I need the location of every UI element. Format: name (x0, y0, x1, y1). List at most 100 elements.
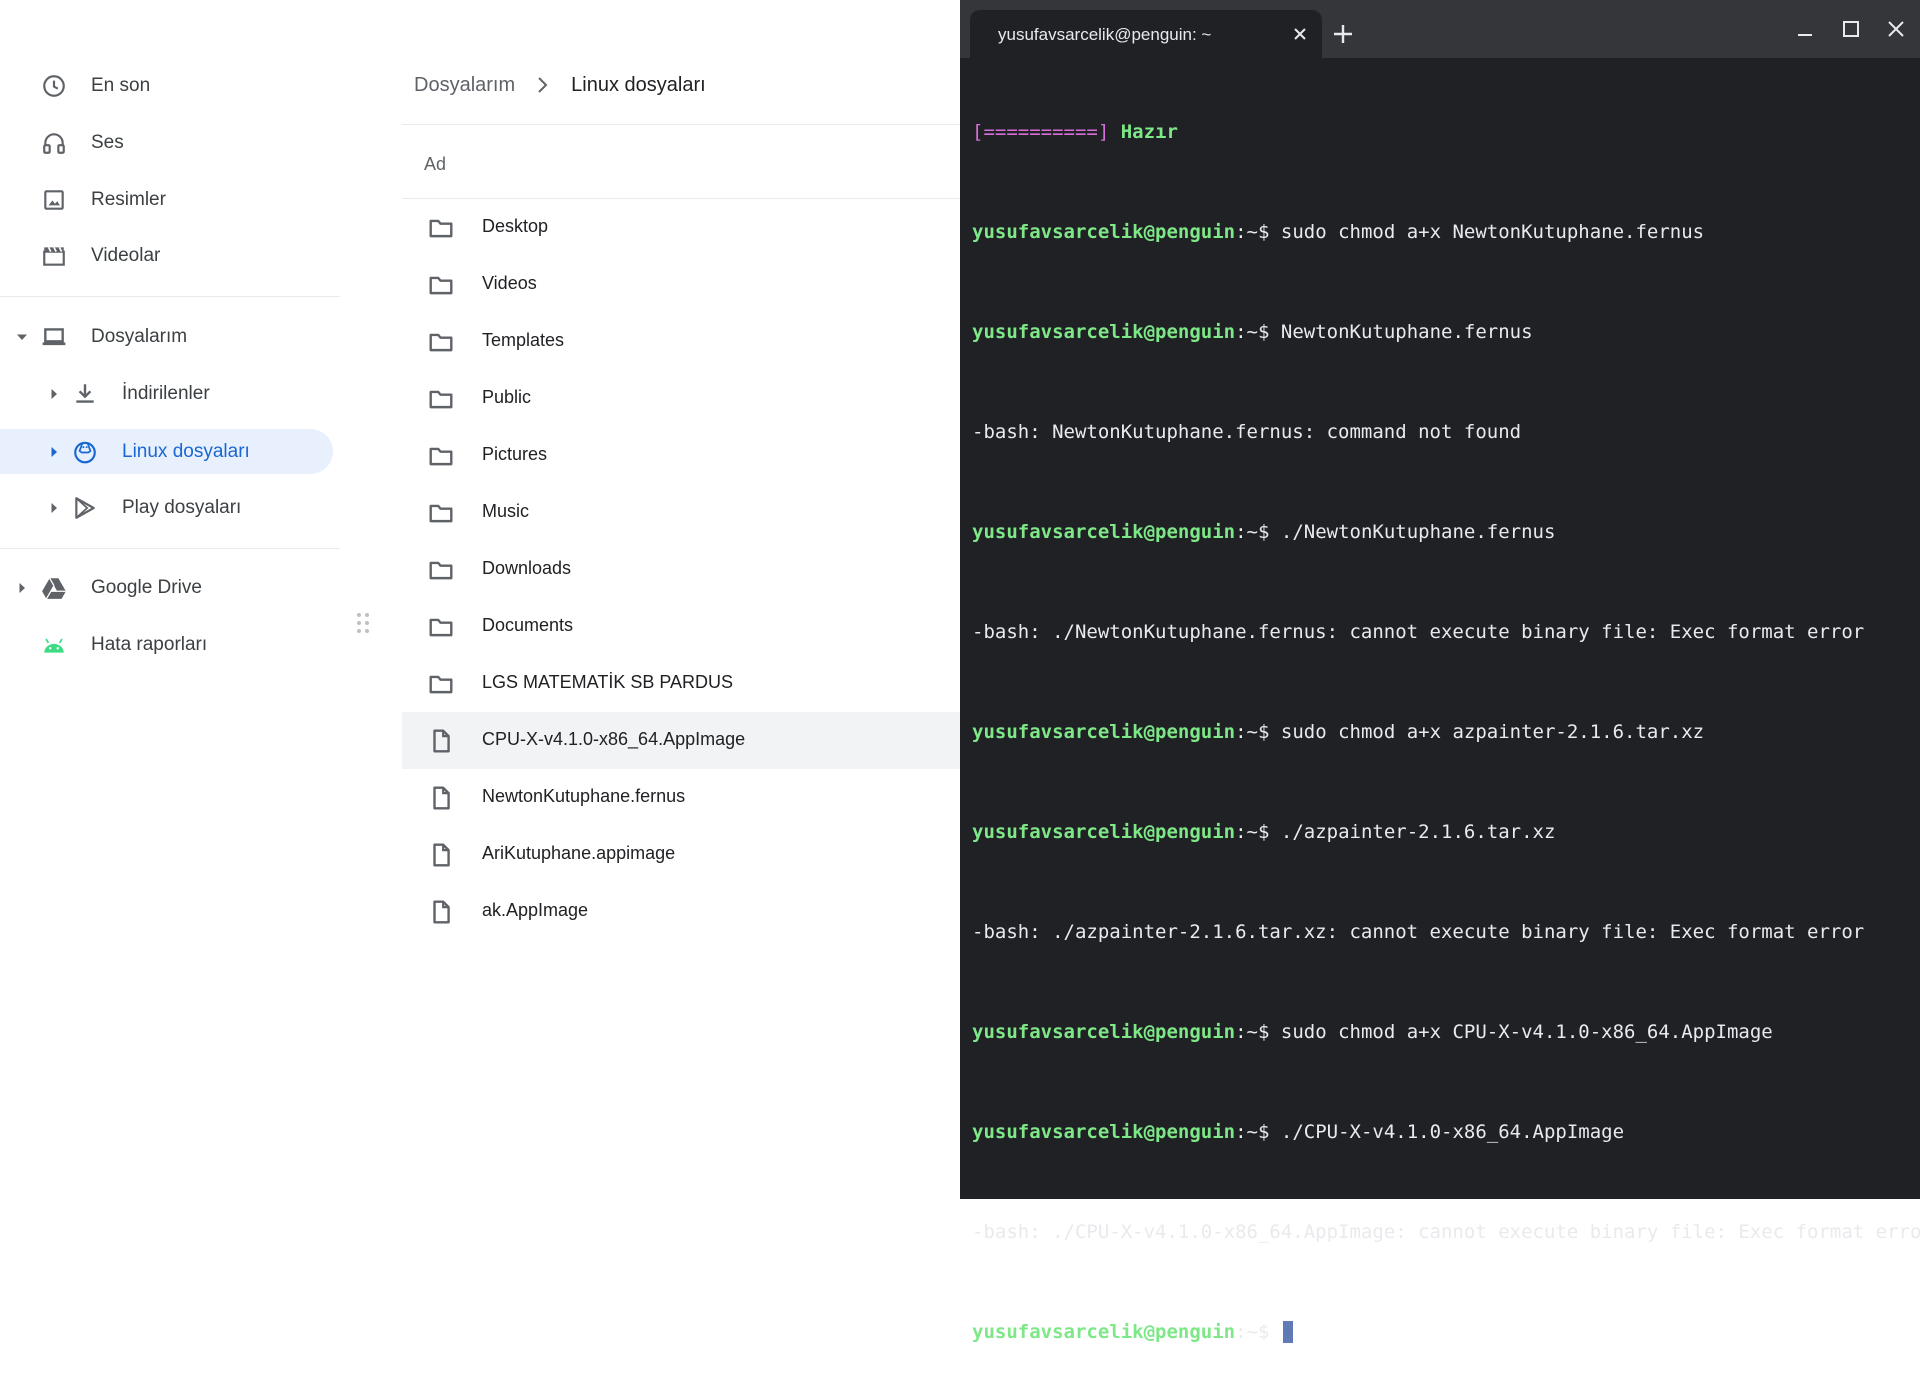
sidebar-item-label: Linux dosyaları (122, 440, 250, 462)
folder-icon (428, 443, 454, 469)
new-tab-plus-icon[interactable] (1331, 22, 1355, 46)
close-tab-icon[interactable] (1290, 24, 1310, 44)
prompt-user: yusufavsarcelik@penguin (972, 221, 1236, 243)
folder-icon (428, 671, 454, 697)
sidebar-item-videos[interactable]: Videolar (0, 233, 340, 278)
sidebar-item-linux-files[interactable]: Linux dosyaları (0, 429, 340, 474)
prompt-suffix: :~$ (1235, 521, 1281, 543)
sidebar-item-label: Dosyalarım (91, 325, 188, 347)
minimize-icon[interactable] (1794, 18, 1816, 40)
file-name: Public (482, 387, 532, 407)
file-name: Downloads (482, 558, 572, 578)
folder-icon (428, 500, 454, 526)
breadcrumb-current[interactable]: Linux dosyaları (571, 74, 706, 97)
breadcrumb-root[interactable]: Dosyalarım (414, 74, 515, 97)
sidebar-resize-handle[interactable] (356, 612, 370, 639)
clapperboard-icon (41, 243, 67, 269)
command-text: ./azpainter-2.1.6.tar.xz (1280, 821, 1556, 843)
prompt-suffix: :~$ (1235, 1021, 1281, 1043)
sidebar-item-label: Google Drive (91, 576, 202, 598)
chevron-right-icon[interactable] (48, 388, 60, 400)
chevron-right-icon[interactable] (16, 582, 28, 594)
terminal-tab[interactable]: yusufavsarcelik@penguin: ~ (970, 10, 1322, 58)
files-app: En son Ses Resimler Videolar Dosyalarım (0, 0, 960, 1199)
file-list-row[interactable]: Templates (402, 313, 960, 370)
google-play-icon (72, 495, 98, 521)
error-text: -bash: NewtonKutuphane.fernus: command n… (972, 421, 1522, 443)
error-text: -bash: ./NewtonKutuphane.fernus: cannot … (972, 621, 1865, 643)
file-name: AriKutuphane.appimage (482, 843, 676, 863)
terminal-line: yusufavsarcelik@penguin:~$ ./NewtonKutup… (972, 520, 1920, 545)
sidebar-item-play-files[interactable]: Play dosyaları (0, 485, 340, 530)
file-list-row[interactable]: ak.AppImage (402, 883, 960, 940)
file-name: LGS MATEMATİK SB PARDUS (482, 672, 734, 692)
close-window-icon[interactable] (1885, 18, 1907, 40)
folder-icon (428, 215, 454, 241)
download-icon (72, 381, 98, 407)
terminal-line: yusufavsarcelik@penguin:~$ sudo chmod a+… (972, 220, 1920, 245)
folder-icon (428, 557, 454, 583)
clock-icon (41, 73, 67, 99)
sidebar-item-bug-reports[interactable]: Hata raporları (0, 622, 340, 667)
column-header-name[interactable]: Ad (424, 154, 446, 175)
command-text: ./CPU-X-v4.1.0-x86_64.AppImage (1280, 1121, 1625, 1143)
prompt-user: yusufavsarcelik@penguin (972, 1021, 1236, 1043)
file-list-row[interactable]: Music (402, 484, 960, 541)
prompt-suffix: :~$ (1235, 321, 1281, 343)
penguin-icon (72, 439, 98, 465)
maximize-icon[interactable] (1840, 18, 1862, 40)
file-list-row[interactable]: Pictures (402, 427, 960, 484)
chevron-right-icon[interactable] (48, 446, 60, 458)
terminal-line: -bash: ./azpainter-2.1.6.tar.xz: cannot … (972, 920, 1920, 945)
terminal-line: yusufavsarcelik@penguin:~$ ./azpainter-2… (972, 820, 1920, 845)
prompt-suffix: :~$ (1235, 821, 1281, 843)
folder-icon (428, 386, 454, 412)
android-icon (41, 632, 67, 658)
file-list-row[interactable]: Documents (402, 598, 960, 655)
file-list-row[interactable]: Public (402, 370, 960, 427)
file-name: Templates (482, 330, 565, 350)
sidebar-item-label: İndirilenler (122, 382, 210, 404)
file-list-row[interactable]: CPU-X-v4.1.0-x86_64.AppImage (402, 712, 960, 769)
file-list-row[interactable]: Desktop (402, 199, 960, 256)
google-drive-icon (41, 575, 67, 601)
sidebar-item-downloads[interactable]: İndirilenler (0, 371, 340, 416)
file-list-row[interactable]: LGS MATEMATİK SB PARDUS (402, 655, 960, 712)
prompt-user: yusufavsarcelik@penguin (972, 821, 1236, 843)
file-name: Videos (482, 273, 537, 293)
command-text: sudo chmod a+x azpainter-2.1.6.tar.xz (1280, 721, 1705, 743)
headphones-icon (41, 130, 67, 156)
file-list-row[interactable]: AriKutuphane.appimage (402, 826, 960, 883)
prompt-suffix: :~$ (1235, 1121, 1281, 1143)
terminal-output[interactable]: [==========] Hazır yusufavsarcelik@pengu… (972, 70, 1920, 1395)
sidebar-item-images[interactable]: Resimler (0, 177, 340, 222)
terminal-line: -bash: ./CPU-X-v4.1.0-x86_64.AppImage: c… (972, 1220, 1920, 1245)
command-text: ./NewtonKutuphane.fernus (1280, 521, 1556, 543)
terminal-cursor[interactable] (1282, 1321, 1293, 1343)
terminal-line: yusufavsarcelik@penguin:~$ ./CPU-X-v4.1.… (972, 1120, 1920, 1145)
file-icon (428, 785, 454, 811)
sidebar-item-label: Play dosyaları (122, 496, 242, 518)
progress-bar-text: [==========] (972, 121, 1110, 143)
terminal-titlebar: yusufavsarcelik@penguin: ~ (960, 0, 1920, 58)
image-icon (41, 187, 67, 213)
sidebar-item-my-files[interactable]: Dosyalarım (0, 314, 340, 359)
sidebar-item-audio[interactable]: Ses (0, 120, 340, 165)
prompt-suffix: :~$ (1235, 1321, 1281, 1343)
prompt-user: yusufavsarcelik@penguin (972, 1321, 1236, 1343)
chevron-down-icon[interactable] (16, 331, 28, 343)
folder-icon (428, 614, 454, 640)
sidebar-item-label: Videolar (91, 244, 161, 266)
sidebar-item-recent[interactable]: En son (0, 63, 340, 108)
chevron-right-icon[interactable] (48, 502, 60, 514)
sidebar-item-label: Resimler (91, 188, 166, 210)
prompt-user: yusufavsarcelik@penguin (972, 721, 1236, 743)
file-list-row[interactable]: Downloads (402, 541, 960, 598)
terminal-line: yusufavsarcelik@penguin:~$ sudo chmod a+… (972, 720, 1920, 745)
error-text: -bash: ./CPU-X-v4.1.0-x86_64.AppImage: c… (972, 1221, 1920, 1243)
sidebar-item-google-drive[interactable]: Google Drive (0, 565, 340, 610)
prompt-user: yusufavsarcelik@penguin (972, 521, 1236, 543)
file-list-row[interactable]: NewtonKutuphane.fernus (402, 769, 960, 826)
file-name: CPU-X-v4.1.0-x86_64.AppImage (482, 729, 746, 749)
file-list-row[interactable]: Videos (402, 256, 960, 313)
